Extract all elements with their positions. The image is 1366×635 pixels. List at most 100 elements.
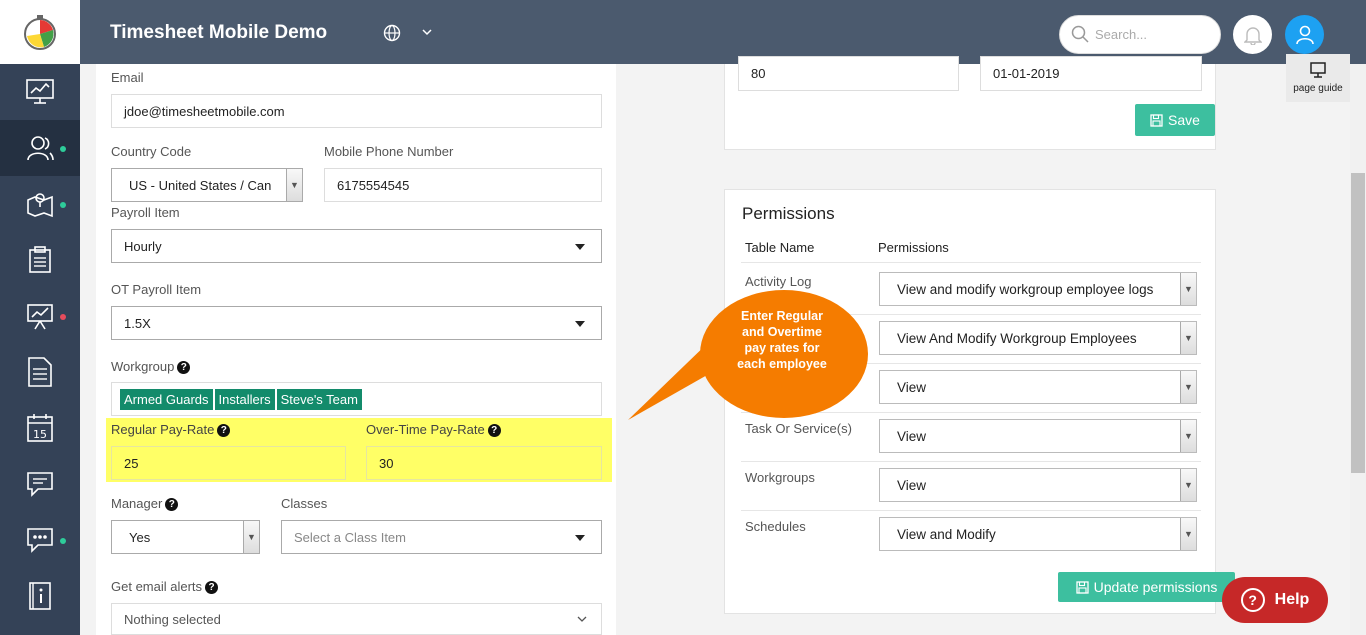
help-circle-icon[interactable]: ?	[217, 424, 231, 438]
calendar-15-icon: 15	[27, 414, 53, 442]
callout-line: Enter Regular	[741, 309, 823, 323]
mobile-phone-label: Mobile Phone Number	[324, 144, 454, 159]
sidebar-item-users[interactable]	[0, 120, 80, 176]
help-button[interactable]: ? Help	[1222, 577, 1328, 623]
page-guide-button[interactable]: page guide	[1286, 54, 1350, 102]
overtime-pay-rate-field[interactable]: 30	[366, 446, 602, 480]
sidebar-item-clipboard[interactable]	[0, 232, 80, 288]
save-disk-icon	[1150, 113, 1163, 127]
sidebar-item-help-book[interactable]	[0, 568, 80, 624]
app-logo[interactable]	[0, 0, 80, 64]
save-button[interactable]: Save	[1135, 104, 1215, 136]
permission-select-activity-log[interactable]: View and modify workgroup employee logs ▼	[879, 272, 1197, 306]
help-circle-icon[interactable]: ?	[177, 361, 191, 375]
globe-icon[interactable]	[383, 24, 401, 42]
email-alerts-label: Get email alerts?	[111, 579, 219, 595]
help-circle-icon[interactable]: ?	[487, 424, 501, 438]
workgroup-tag[interactable]: Installers	[214, 388, 275, 410]
payroll-item-label: Payroll Item	[111, 205, 180, 220]
page-guide-label: page guide	[1293, 83, 1343, 94]
permission-row-name: Schedules	[745, 519, 806, 534]
chevron-down-icon: ▼	[1180, 371, 1196, 403]
permission-row-name: Workgroups	[745, 470, 815, 485]
permission-select-employees[interactable]: View And Modify Workgroup Employees ▼	[879, 321, 1197, 355]
sidebar-item-reports[interactable]	[0, 288, 80, 344]
classes-select[interactable]: Select a Class Item	[281, 520, 602, 554]
regular-pay-rate-field[interactable]: 25	[111, 446, 346, 480]
payroll-item-select[interactable]: Hourly	[111, 229, 602, 263]
row-divider	[741, 262, 1201, 263]
email-alerts-select[interactable]: Nothing selected	[111, 603, 602, 635]
update-permissions-label: Update permissions	[1093, 579, 1218, 595]
payroll-item-value: Hourly	[124, 238, 162, 254]
callout-line: each employee	[737, 357, 827, 371]
help-circle-icon[interactable]: ?	[165, 498, 179, 512]
clipboard-list-icon	[29, 246, 51, 273]
email-label: Email	[111, 70, 144, 85]
email-alerts-label-text: Get email alerts	[111, 579, 203, 594]
workgroup-tag[interactable]: Steve's Team	[276, 388, 362, 410]
workgroup-tag[interactable]: Armed Guards	[120, 388, 213, 410]
sidebar-item-map[interactable]	[0, 176, 80, 232]
caret-down-icon	[575, 321, 585, 327]
question-circle-icon: ?	[1240, 588, 1265, 612]
sidebar-item-calendar[interactable]: 15	[0, 400, 80, 456]
search-input[interactable]: Search...	[1059, 15, 1221, 54]
caret-down-icon	[575, 535, 585, 541]
chat-icon	[27, 472, 53, 497]
help-label: Help	[1274, 591, 1310, 608]
monitor-icon	[1310, 62, 1326, 78]
effective-date-field[interactable]: 01-01-2019	[980, 56, 1202, 91]
permission-value: View	[897, 428, 927, 444]
document-icon	[28, 357, 52, 387]
permission-value: View And Modify Workgroup Employees	[897, 330, 1137, 346]
mobile-phone-field[interactable]: 6175554545	[324, 168, 602, 202]
regular-pay-rate-value: 25	[124, 455, 139, 471]
callout-line: pay rates for	[744, 341, 820, 355]
scrollbar-thumb[interactable]	[1351, 173, 1365, 473]
sidebar: 15	[0, 0, 80, 635]
help-circle-icon[interactable]: ?	[205, 581, 219, 595]
rate-number-value: 80	[751, 66, 766, 81]
notification-dot	[60, 314, 66, 320]
map-location-icon	[27, 193, 53, 218]
row-divider	[741, 510, 1201, 511]
overtime-pay-rate-label-text: Over-Time Pay-Rate	[366, 422, 485, 437]
presentation-chart-icon	[27, 304, 53, 330]
chevron-down-icon	[577, 616, 587, 622]
workgroup-multiselect[interactable]: Armed Guards Installers Steve's Team	[111, 382, 602, 416]
permission-select-task-or-service[interactable]: View ▼	[879, 419, 1197, 453]
callout-text: Enter Regular and Overtime pay rates for…	[712, 308, 852, 372]
sidebar-item-documents[interactable]	[0, 344, 80, 400]
stopwatch-logo-icon	[24, 15, 56, 50]
ot-payroll-item-select[interactable]: 1.5X	[111, 306, 602, 340]
sidebar-item-chat[interactable]	[0, 456, 80, 512]
manager-value: Yes	[129, 529, 151, 545]
update-permissions-button[interactable]: Update permissions	[1058, 572, 1235, 602]
bell-icon	[1243, 26, 1262, 45]
column-header-table-name: Table Name	[745, 240, 815, 255]
overtime-pay-rate-value: 30	[379, 455, 394, 471]
email-alerts-value: Nothing selected	[124, 611, 221, 627]
country-code-value: US - United States / Can	[129, 177, 272, 193]
permission-select-row-3[interactable]: View ▼	[879, 370, 1197, 404]
notifications-button[interactable]	[1233, 15, 1272, 54]
country-code-select[interactable]: US - United States / Can ▼	[111, 168, 303, 202]
chevron-down-icon: ▼	[1180, 322, 1196, 354]
ot-payroll-item-label: OT Payroll Item	[111, 282, 202, 297]
callout-line: and Overtime	[742, 325, 822, 339]
manager-select[interactable]: Yes ▼	[111, 520, 260, 554]
effective-date-value: 01-01-2019	[993, 66, 1060, 81]
email-value: jdoe@timesheetmobile.com	[124, 103, 285, 119]
classes-label: Classes	[281, 496, 328, 511]
email-field[interactable]: jdoe@timesheetmobile.com	[111, 94, 602, 128]
save-disk-icon	[1075, 580, 1089, 594]
chevron-down-icon[interactable]	[422, 29, 432, 36]
permission-select-workgroups[interactable]: View ▼	[879, 468, 1197, 502]
regular-pay-rate-label-text: Regular Pay-Rate	[111, 422, 215, 437]
sidebar-item-messages[interactable]	[0, 512, 80, 568]
sidebar-item-dashboard[interactable]	[0, 64, 80, 120]
user-menu-button[interactable]	[1285, 15, 1324, 54]
rate-number-field[interactable]: 80	[738, 56, 959, 91]
permission-select-schedules[interactable]: View and Modify ▼	[879, 517, 1197, 551]
